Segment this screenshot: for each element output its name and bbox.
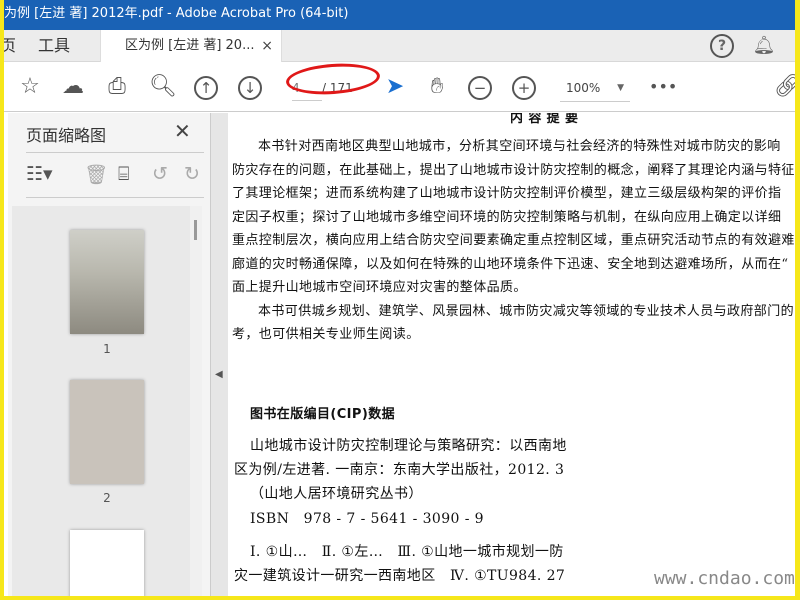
cip-line: （山地人居环境研究丛书） [250,486,423,502]
bell-icon[interactable]: 🔔︎ [752,34,776,58]
tab-bar: 页 工具 区为例 [左进 著] 20... × ? 🔔︎ [4,30,795,63]
abstract-line: 定因子权重；探讨了山地城市多维空间环境的防灾控制策略与机制，在纵向应用上确定以详… [232,210,782,225]
toolbar: ☆ ☁ ⎙ 🔍︎ ↑ ↓ 4/ 171 ➤ ✋︎ − + 100% ▼ ••• 🔗… [4,62,795,112]
rotate-ccw-icon[interactable]: ↺ [152,163,168,185]
document-page: 内 容 提 要 本书针对西南地区典型山地城市，分析其空间环境与社会经济的特殊性对… [228,113,795,596]
tab-document[interactable]: 区为例 [左进 著] 20... × [100,30,282,63]
zoom-value: 100% [566,81,601,95]
panel-title: 页面缩略图 [26,126,107,145]
cip-line: 山地城市设计防灾控制理论与策略研究：以西南地 [250,438,567,454]
help-icon[interactable]: ? [710,34,734,58]
tab-document-label: 区为例 [左进 著] 20... [125,38,255,53]
options-menu-icon[interactable]: ☷▾ [26,163,53,185]
close-panel-icon[interactable]: ✕ [174,119,191,143]
abstract-line: 面上提升山地城市空间环境应对灾害的整体品质。 [232,280,527,295]
rotate-cw-icon[interactable]: ↻ [184,163,200,185]
page-thumbnail-1[interactable] [70,230,144,334]
cip-line: 灾一建筑设计一研究一西南地区 Ⅳ. ①TU984. 27 [234,568,566,584]
heading: 内 容 提 要 [510,113,579,126]
panel-splitter[interactable]: ◀ [210,113,228,596]
extract-page-icon[interactable]: ⌸ [118,163,129,185]
thumbnail-list: 1 2 [12,206,194,596]
hand-tool-icon[interactable]: ✋︎ [424,74,450,100]
page-thumbnail-2[interactable] [70,380,144,484]
abstract-line: 了其理论框架；进而系统构建了山地城市设计防灾控制评价模型，建立三级层级构架的评价… [232,186,782,201]
trash-icon[interactable]: 🗑︎ [84,163,108,186]
star-icon[interactable]: ☆ [17,74,43,100]
cip-title: 图书在版编目(CIP)数据 [250,407,395,422]
select-cursor-icon[interactable]: ➤ [382,74,408,100]
abstract-line: 本书针对西南地区典型山地城市，分析其空间环境与社会经济的特殊性对城市防灾的影响 [258,139,781,154]
abstract-line: 本书可供城乡规划、建筑学、风景园林、城市防灾减灾等领域的专业技术人员与政府部门的 [258,304,795,319]
zoom-select[interactable]: 100% ▼ [560,76,630,102]
print-icon[interactable]: ⎙ [104,74,130,100]
tab-tools[interactable]: 工具 [38,30,70,62]
abstract-line: 防灾存在的问题，在此基础上，提出了山地城市设计防灾控制的概念，阐释了其理论内涵与… [232,163,795,178]
thumbnail-label: 2 [103,491,111,505]
abstract-line: 考，也可供相关专业师生阅读。 [232,327,420,342]
chevron-down-icon: ▼ [617,83,624,93]
abstract-line: 廊道的灾时畅通保障，以及如何在特殊的山地环境条件下迅速、安全地到达避难场所，从而… [232,257,789,272]
previous-page-icon[interactable]: ↑ [194,76,218,100]
cip-line: Ⅰ. ①山… Ⅱ. ①左… Ⅲ. ①山地一城市规划一防 [250,544,564,560]
zoom-in-icon[interactable]: + [512,76,536,100]
thumbnail-scrollbar[interactable] [190,206,202,596]
cip-line: ISBN 978 - 7 - 5641 - 3090 - 9 [250,511,484,527]
link-icon[interactable]: 🔗︎ [774,74,795,100]
window-title: 为例 [左进 著] 2012年.pdf - Adobe Acrobat Pro … [4,6,349,21]
collapse-arrow-icon[interactable]: ◀ [215,369,223,380]
tab-home[interactable]: 页 [4,30,16,62]
thumbnail-label: 1 [103,342,111,356]
page-thumbnail-3[interactable] [70,530,144,596]
zoom-out-icon[interactable]: − [468,76,492,100]
watermark: www.cndao.com [654,568,795,589]
upload-cloud-icon[interactable]: ☁ [60,74,86,100]
search-zoom-icon[interactable]: 🔍︎ [149,74,177,100]
next-page-icon[interactable]: ↓ [238,76,262,100]
cip-line: 区为例/左进著. 一南京：东南大学出版社，2012. 3 [234,462,565,478]
close-tab-icon[interactable]: × [261,30,273,62]
title-bar: 为例 [左进 著] 2012年.pdf - Adobe Acrobat Pro … [4,0,795,30]
abstract-line: 重点控制层次，横向应用上结合防灾空间要素确定重点控制区域，重点研究活动节点的有效… [232,233,795,248]
more-icon[interactable]: ••• [649,74,677,100]
